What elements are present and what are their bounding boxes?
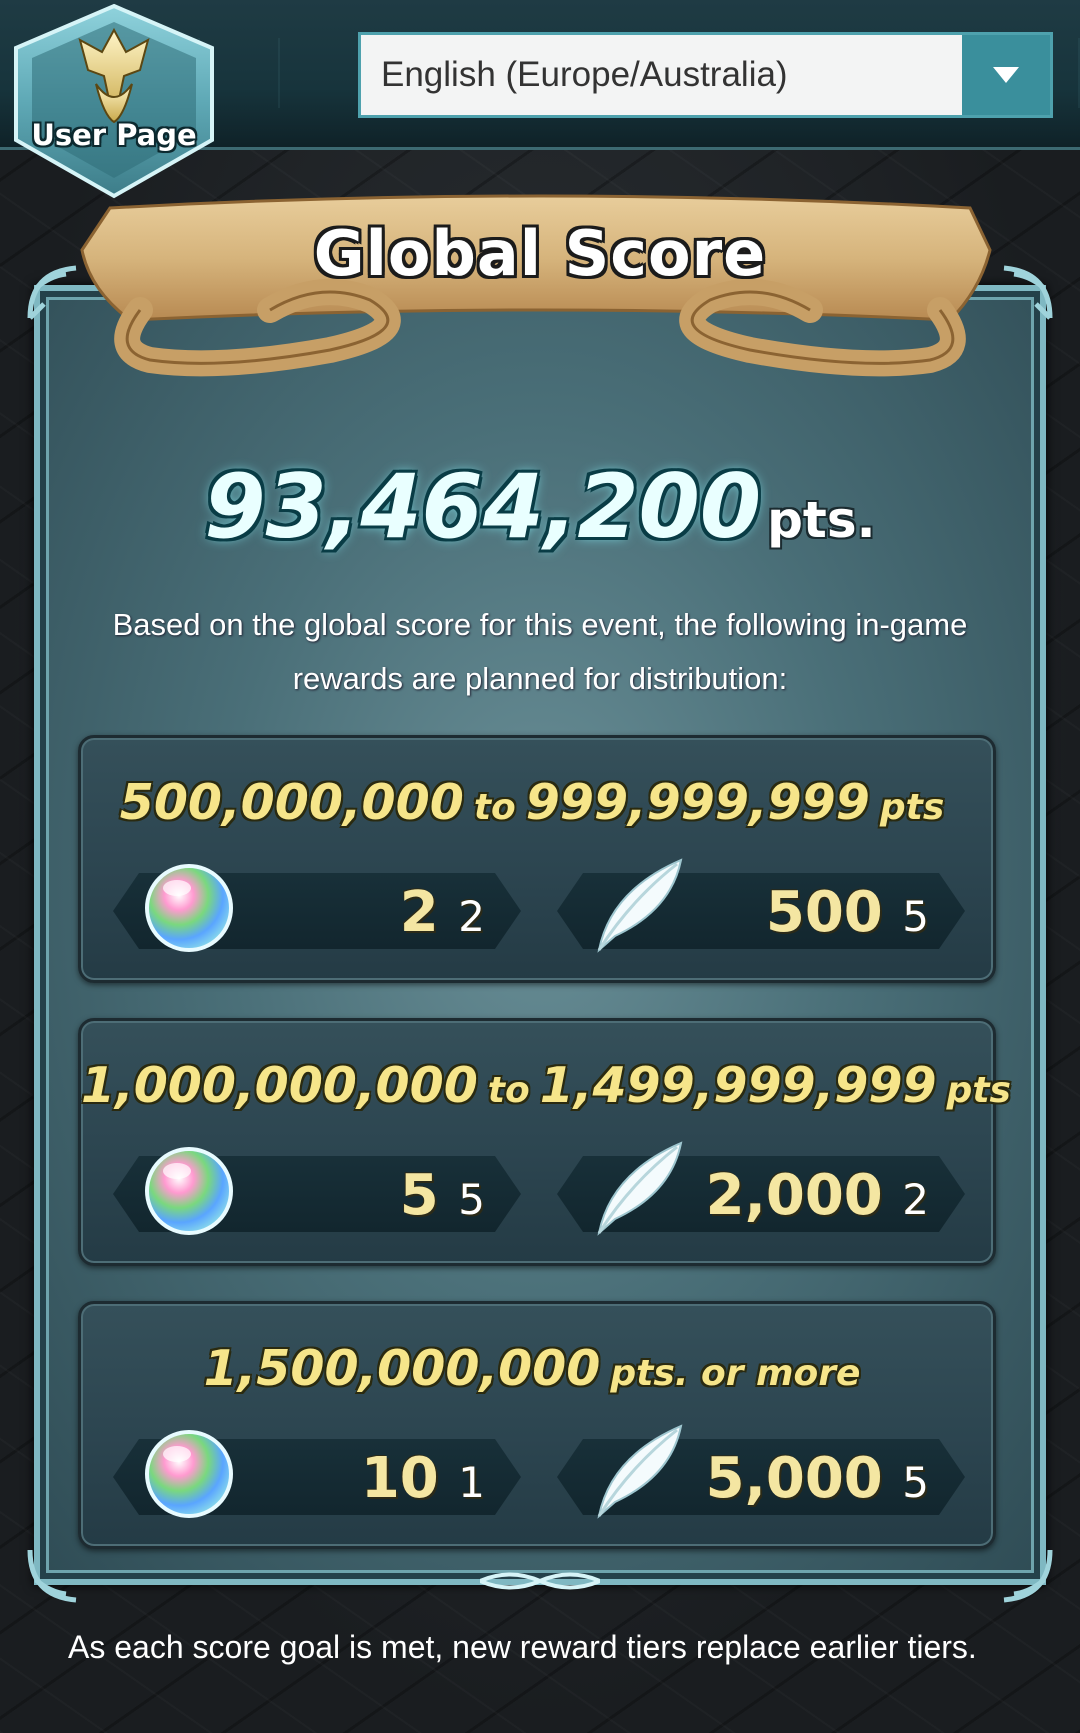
language-select-value: English (Europe/Australia) <box>361 35 962 115</box>
page-title: Global Score <box>313 217 767 290</box>
user-page-label: User Page <box>31 118 197 152</box>
tier-range-from: 500,000,000 <box>119 774 464 831</box>
tier-range: 1,000,000,000 to 1,499,999,999 pts <box>81 1057 1011 1114</box>
language-dropdown-button[interactable] <box>962 35 1050 115</box>
chevron-down-icon <box>993 67 1019 83</box>
tier-range-connector: to <box>487 1070 530 1111</box>
orb-icon <box>145 1430 233 1518</box>
tier-range-connector: pts. or more <box>610 1353 861 1394</box>
global-score-page: User Page English (Europe/Australia) Glo… <box>0 0 1080 1733</box>
user-page-button[interactable]: User Page <box>0 0 228 200</box>
orb-icon <box>145 864 233 952</box>
feather-icon <box>597 1424 683 1519</box>
tier-range-from: 1,000,000,000 <box>81 1057 478 1114</box>
crest-icon <box>14 3 214 199</box>
orb-icon <box>145 1147 233 1235</box>
bottom-ornament-icon <box>480 1572 600 1590</box>
tier-range-to: 999,999,999 <box>525 774 870 831</box>
orb-reward-amount: 5 5 <box>399 1163 485 1228</box>
tier-range-unit: pts <box>946 1070 1011 1111</box>
corner-ornament-icon <box>27 1549 77 1603</box>
tier-range-from: 1,500,000,000 <box>203 1340 601 1397</box>
orb-reward-amount: 10 1 <box>360 1446 485 1511</box>
title-banner: Global Score <box>70 190 1010 410</box>
feather-icon <box>597 1141 683 1236</box>
reward-tier: 1,000,000,000 to 1,499,999,999 pts 5 5 2,00… <box>78 1018 1011 1266</box>
feather-icon <box>597 858 683 953</box>
feather-reward-amount: 5,000 5 <box>705 1446 929 1511</box>
tier-range: 1,500,000,000 pts. or more <box>81 1340 993 1397</box>
rewards-description: Based on the global score for this event… <box>112 607 968 696</box>
orb-reward-amount: 2 2 <box>399 880 485 945</box>
reward-tier: 500,000,000 to 999,999,999 pts 2 2 500 5 <box>78 735 996 983</box>
global-score: 93,464,200 pts. <box>0 455 1080 558</box>
tier-range: 500,000,000 to 999,999,999 pts <box>81 774 993 831</box>
tier-range-unit: pts <box>879 787 945 828</box>
tier-range-to: 1,499,999,999 <box>539 1057 937 1114</box>
global-score-value: 93,464,200 <box>204 455 762 558</box>
global-score-unit: pts. <box>767 491 876 549</box>
language-select[interactable]: English (Europe/Australia) <box>358 32 1053 118</box>
feather-reward-amount: 500 5 <box>765 880 929 945</box>
tier-range-connector: to <box>473 787 516 828</box>
corner-ornament-icon <box>1003 1549 1053 1603</box>
reward-tier: 1,500,000,000 pts. or more 10 1 5,000 5 <box>78 1301 996 1549</box>
feather-reward-amount: 2,000 2 <box>705 1163 929 1228</box>
tier-footnote: As each score goal is met, new reward ti… <box>68 1629 977 1665</box>
